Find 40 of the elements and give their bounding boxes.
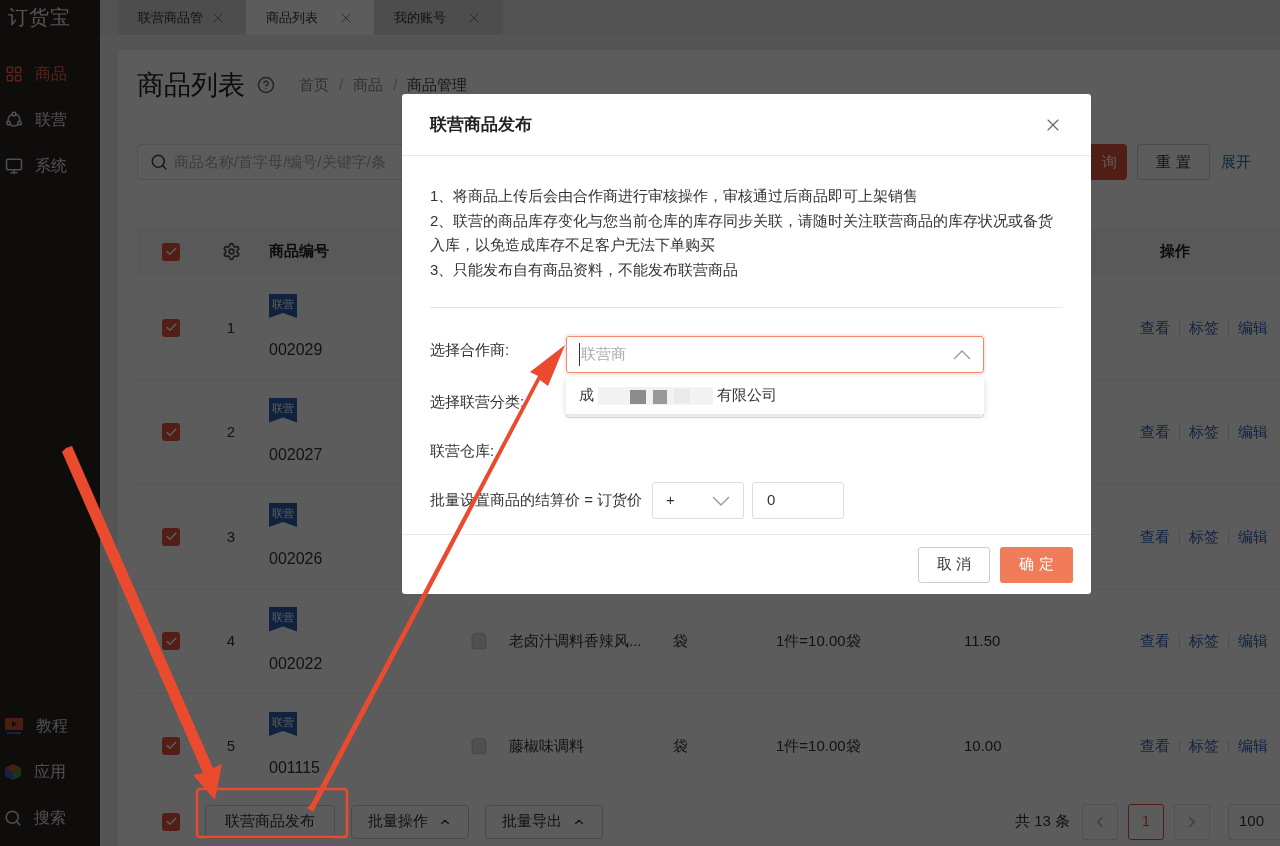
column-header: 操作 bbox=[1160, 241, 1191, 262]
table-cell-text: 1件=10.00袋 bbox=[776, 631, 862, 651]
breadcrumb-separator: / bbox=[339, 74, 344, 95]
table-cell-text: 002029 bbox=[269, 340, 323, 360]
note-text: 2、联营的商品库存变化与您当前仓库的库存同步关联，请随时关注联营商品的库存状况或备货入库，以免造成库存不足客户无法下单购买 bbox=[430, 210, 1055, 255]
logo: 订货宝 bbox=[7, 5, 72, 30]
table-cell-text: 001115 bbox=[269, 758, 320, 778]
row-number: 5 bbox=[225, 735, 237, 756]
field-label: 选择联营分类: bbox=[430, 392, 526, 412]
tag: 联营 bbox=[269, 607, 297, 632]
page-title: 商品列表 bbox=[137, 68, 245, 102]
table-cell-text: 袋 bbox=[673, 735, 689, 756]
table-cell-text: 002027 bbox=[269, 444, 323, 465]
field-label: 联营仓库: bbox=[430, 441, 496, 461]
table-cell-text: 1件=10.00袋 bbox=[776, 735, 862, 756]
table-cell-text: 藤椒味调料 bbox=[509, 735, 585, 756]
table-cell-text: 袋 bbox=[673, 631, 689, 651]
field-label: 选择合作商: bbox=[430, 340, 511, 360]
option-text: 成 bbox=[579, 385, 594, 406]
tag: 联营 bbox=[269, 502, 297, 527]
row-number: 4 bbox=[225, 631, 237, 651]
column-header: 商品编号 bbox=[269, 241, 329, 262]
tag: 联营 bbox=[269, 398, 297, 423]
option-text: 有限公司 bbox=[717, 385, 777, 406]
table-cell-text: 10.00 bbox=[964, 735, 1003, 756]
dialog-title: 联营商品发布 bbox=[430, 113, 532, 136]
table-cell-text: 002022 bbox=[269, 653, 323, 674]
table-cell-text: 11.50 bbox=[964, 631, 1002, 651]
breadcrumb-separator: / bbox=[393, 74, 398, 95]
tag: 联营 bbox=[269, 711, 297, 736]
breadcrumb-current: 商品管理 bbox=[407, 74, 468, 95]
total-count: 共 13 条 bbox=[1014, 811, 1070, 832]
row-number: 3 bbox=[225, 526, 237, 547]
table-cell-text: 002026 bbox=[269, 549, 323, 569]
note-text: 1、将商品上传后会由合作商进行审核操作，审核通过后商品即可上架销售 bbox=[430, 186, 920, 206]
tag: 联营 bbox=[269, 293, 297, 318]
row-number: 1 bbox=[225, 317, 237, 338]
row-number: 2 bbox=[225, 422, 237, 442]
note-text: 3、只能发布自有商品资料，不能发布联营商品 bbox=[430, 259, 740, 280]
table-cell-text: 老卤汁调料香辣风... bbox=[509, 631, 643, 651]
